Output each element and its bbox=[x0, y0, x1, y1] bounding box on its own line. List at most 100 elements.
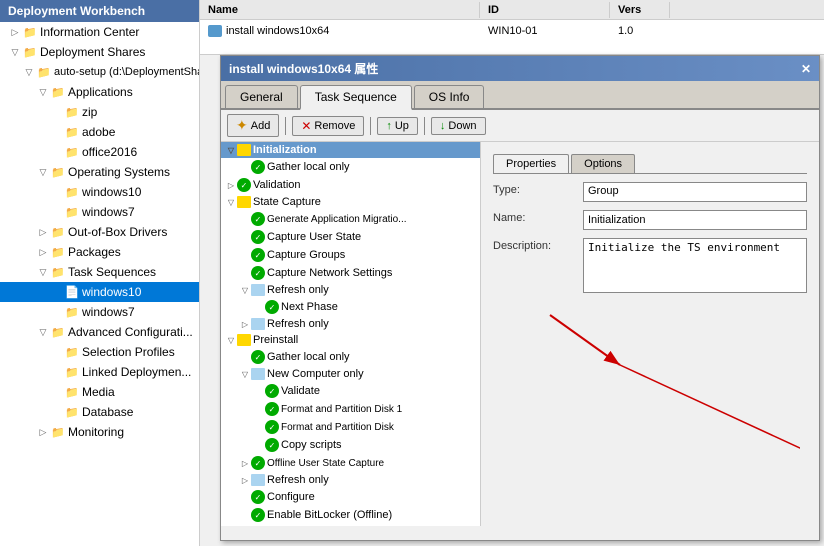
separator3 bbox=[424, 117, 425, 135]
sidebar-item-linked-deployment[interactable]: Linked Deploymen... bbox=[0, 362, 199, 382]
expand-icon bbox=[50, 205, 64, 219]
prop-description-textarea[interactable] bbox=[583, 238, 807, 293]
prop-name-input[interactable] bbox=[583, 210, 807, 230]
sidebar-item-information-center[interactable]: ▷ Information Center bbox=[0, 22, 199, 42]
ts-item-label: Offline User State Capture bbox=[267, 458, 384, 469]
sidebar-item-applications[interactable]: ▽ Applications bbox=[0, 82, 199, 102]
ts-check-icon: ✓ bbox=[265, 402, 279, 416]
remove-button[interactable]: ✕ Remove bbox=[292, 116, 364, 136]
properties-panel: Properties Options Type: Group Name: Des… bbox=[481, 142, 819, 526]
expand-icon: ▽ bbox=[8, 45, 22, 59]
sidebar-item-label: Packages bbox=[68, 245, 121, 259]
sidebar-item-label: zip bbox=[82, 105, 97, 119]
ts-item-new-computer-only[interactable]: ▽ New Computer only bbox=[221, 366, 480, 382]
close-icon[interactable]: ✕ bbox=[801, 62, 811, 76]
ts-item-copy-scripts[interactable]: ✓ Copy scripts bbox=[221, 436, 480, 454]
ts-item-label: Capture Groups bbox=[267, 249, 345, 261]
tab-task-sequence[interactable]: Task Sequence bbox=[300, 85, 412, 110]
down-label: Down bbox=[448, 120, 476, 132]
up-button[interactable]: ↑ Up bbox=[377, 117, 418, 135]
ts-item-preinstall[interactable]: ▽ Preinstall bbox=[221, 332, 480, 348]
ts-item-validation[interactable]: ▷ ✓ Validation bbox=[221, 176, 480, 194]
expand-icon: ▽ bbox=[36, 165, 50, 179]
ts-check-icon: ✓ bbox=[265, 420, 279, 434]
app-title: Deployment Workbench bbox=[0, 0, 199, 22]
ts-item-label: Generate Application Migratio... bbox=[267, 214, 407, 225]
ts-expand-icon bbox=[253, 385, 265, 397]
prop-row-description: Description: bbox=[493, 238, 807, 293]
ts-item-gen-app-migration[interactable]: ✓ Generate Application Migratio... bbox=[221, 210, 480, 228]
expand-icon bbox=[50, 145, 64, 159]
sidebar-item-windows10-ts[interactable]: 📄 windows10 bbox=[0, 282, 199, 302]
sidebar-item-label: Task Sequences bbox=[68, 265, 156, 279]
expand-icon bbox=[50, 405, 64, 419]
remove-icon: ✕ bbox=[301, 119, 311, 133]
ts-item-refresh-only-2[interactable]: ▷ Refresh only bbox=[221, 316, 480, 332]
folder-icon bbox=[50, 324, 66, 340]
ts-item-refresh-only-3[interactable]: ▷ Refresh only bbox=[221, 472, 480, 488]
sidebar-item-operating-systems[interactable]: ▽ Operating Systems bbox=[0, 162, 199, 182]
ts-item-format-partition-2[interactable]: ✓ Format and Partition Disk bbox=[221, 418, 480, 436]
sidebar-item-windows7-os[interactable]: windows7 bbox=[0, 202, 199, 222]
col-header-version: Vers bbox=[610, 2, 670, 18]
sidebar-item-windows7-ts[interactable]: windows7 bbox=[0, 302, 199, 322]
list-header: Name ID Vers bbox=[200, 0, 824, 20]
add-label: Add bbox=[251, 120, 271, 132]
sidebar-item-advanced-config[interactable]: ▽ Advanced Configurati... bbox=[0, 322, 199, 342]
ts-expand-icon: ▽ bbox=[225, 196, 237, 208]
sidebar-item-adobe[interactable]: adobe bbox=[0, 122, 199, 142]
ts-item-initialization[interactable]: ▽ Initialization bbox=[221, 142, 480, 158]
sidebar-item-office2016[interactable]: office2016 bbox=[0, 142, 199, 162]
tab-os-info[interactable]: OS Info bbox=[414, 85, 485, 108]
ts-folder-icon bbox=[237, 144, 251, 156]
ts-item-format-partition-1[interactable]: ✓ Format and Partition Disk 1 bbox=[221, 400, 480, 418]
sidebar-item-windows10-os[interactable]: windows10 bbox=[0, 182, 199, 202]
ts-item-inject-drivers[interactable]: ✓ Inject Drivers bbox=[221, 524, 480, 526]
prop-type-value: Group bbox=[583, 182, 807, 202]
ts-expand-icon bbox=[239, 267, 251, 279]
ts-item-configure[interactable]: ✓ Configure bbox=[221, 488, 480, 506]
ts-item-gather-local[interactable]: ✓ Gather local only bbox=[221, 158, 480, 176]
ts-expand-icon bbox=[239, 351, 251, 363]
ts-item-next-phase-1[interactable]: ✓ Next Phase bbox=[221, 298, 480, 316]
expand-icon: ▽ bbox=[36, 265, 50, 279]
sidebar-item-zip[interactable]: zip bbox=[0, 102, 199, 122]
ts-item-label: Enable BitLocker (Offline) bbox=[267, 509, 392, 521]
ts-item-enable-bitlocker[interactable]: ✓ Enable BitLocker (Offline) bbox=[221, 506, 480, 524]
up-icon: ↑ bbox=[386, 120, 392, 132]
ts-item-label: Validation bbox=[253, 179, 301, 191]
sidebar-item-auto-setup[interactable]: ▽ auto-setup (d:\DeploymentShare) bbox=[0, 62, 199, 82]
ts-folder-icon bbox=[251, 318, 265, 330]
ts-item-capture-groups[interactable]: ✓ Capture Groups bbox=[221, 246, 480, 264]
sidebar-item-media[interactable]: Media bbox=[0, 382, 199, 402]
expand-icon: ▷ bbox=[8, 25, 22, 39]
ts-item-gather-local-2[interactable]: ✓ Gather local only bbox=[221, 348, 480, 366]
sidebar-item-database[interactable]: Database bbox=[0, 402, 199, 422]
ts-folder-icon bbox=[237, 334, 251, 346]
sidebar-item-selection-profiles[interactable]: Selection Profiles bbox=[0, 342, 199, 362]
ts-item-label: State Capture bbox=[253, 196, 321, 208]
sidebar-item-label: auto-setup (d:\DeploymentShare) bbox=[54, 66, 200, 78]
table-row[interactable]: install windows10x64 WIN10-01 1.0 bbox=[200, 20, 824, 42]
ts-item-capture-network[interactable]: ✓ Capture Network Settings bbox=[221, 264, 480, 282]
row-name: install windows10x64 bbox=[226, 25, 329, 37]
ts-item-capture-user-state[interactable]: ✓ Capture User State bbox=[221, 228, 480, 246]
sidebar-item-label: Monitoring bbox=[68, 425, 124, 439]
down-button[interactable]: ↓ Down bbox=[431, 117, 486, 135]
ts-check-icon: ✓ bbox=[265, 300, 279, 314]
ts-item-validate[interactable]: ✓ Validate bbox=[221, 382, 480, 400]
prop-tab-properties[interactable]: Properties bbox=[493, 154, 569, 173]
add-button[interactable]: ✦ Add bbox=[227, 114, 279, 137]
sidebar-item-packages[interactable]: ▷ Packages bbox=[0, 242, 199, 262]
prop-tab-options[interactable]: Options bbox=[571, 154, 635, 173]
sidebar-item-oob-drivers[interactable]: ▷ Out-of-Box Drivers bbox=[0, 222, 199, 242]
ts-check-icon: ✓ bbox=[251, 350, 265, 364]
sidebar-item-monitoring[interactable]: ▷ Monitoring bbox=[0, 422, 199, 442]
sidebar-item-deployment-shares[interactable]: ▽ Deployment Shares bbox=[0, 42, 199, 62]
tab-general[interactable]: General bbox=[225, 85, 298, 108]
ts-item-offline-user-state[interactable]: ▷ ✓ Offline User State Capture bbox=[221, 454, 480, 472]
ts-item-state-capture[interactable]: ▽ State Capture bbox=[221, 194, 480, 210]
sidebar-item-task-sequences[interactable]: ▽ Task Sequences bbox=[0, 262, 199, 282]
ts-item-refresh-only-1[interactable]: ▽ Refresh only bbox=[221, 282, 480, 298]
dialog-title: install windows10x64 属性 ✕ bbox=[221, 56, 819, 81]
